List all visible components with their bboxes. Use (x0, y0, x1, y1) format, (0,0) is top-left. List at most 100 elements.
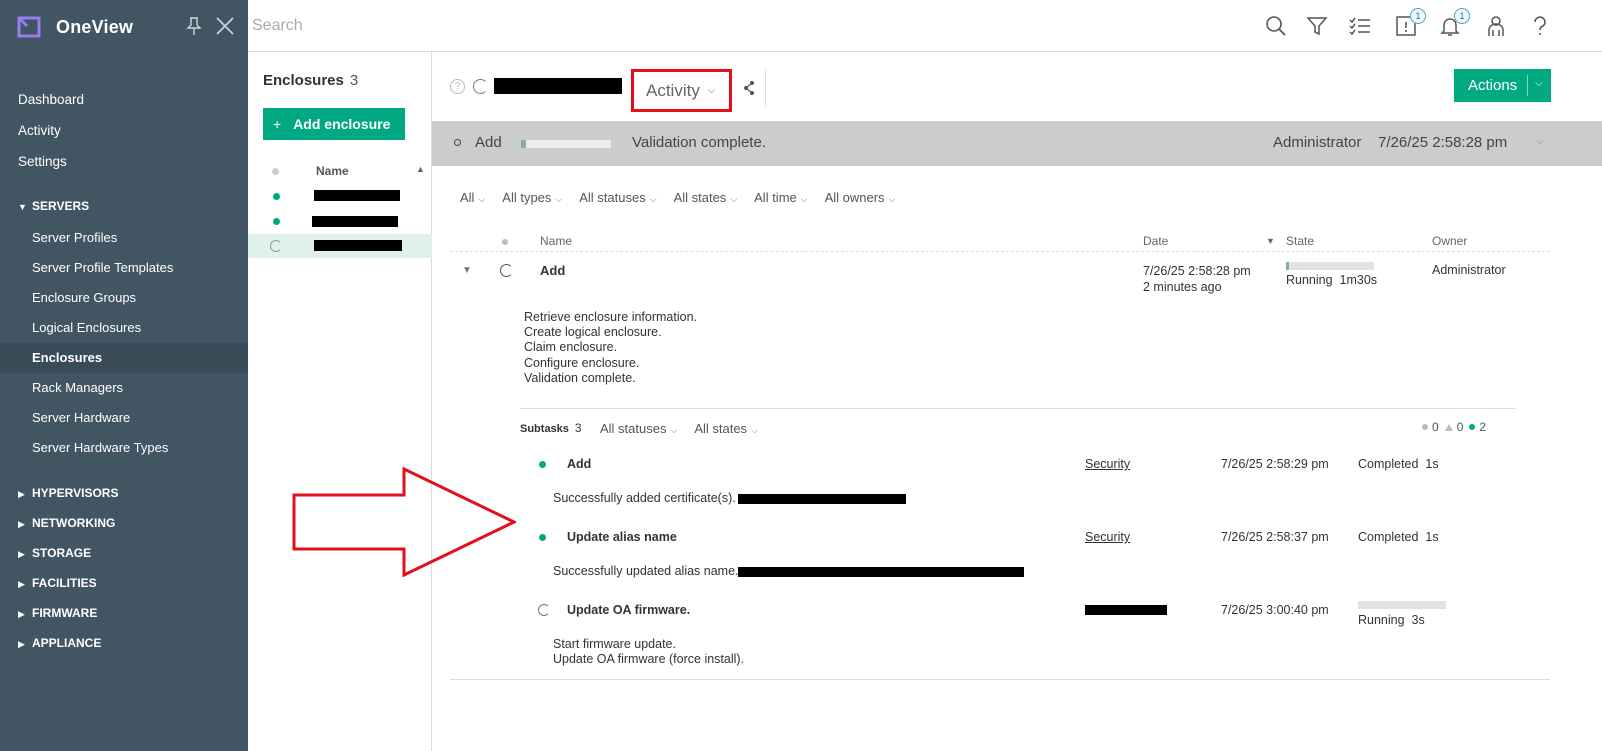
status-running-icon (473, 79, 488, 94)
sidebar-item-server-hardware[interactable]: Server Hardware (0, 403, 248, 433)
sidebar-item-dashboard[interactable]: Dashboard (0, 84, 248, 115)
sidebar-group-servers[interactable]: ▼ SERVERS (0, 191, 248, 221)
chevron-down-icon: ⌵ (649, 194, 657, 204)
filter-label: All statuses (600, 421, 667, 436)
collapsed-triangle-icon: ▶ (18, 549, 25, 559)
chevron-down-icon: ⌵ (730, 194, 738, 204)
divider (520, 408, 1516, 409)
filter-statuses[interactable]: All statuses ⌵ (579, 190, 656, 210)
list-title: Enclosures 3 (263, 72, 358, 89)
redacted-name (312, 216, 398, 227)
sidebar-item-server-profile-templates[interactable]: Server Profile Templates (0, 253, 248, 283)
sidebar-group-appliance[interactable]: ▶ APPLIANCE (0, 628, 248, 658)
chevron-down-icon[interactable]: ⌵ (1536, 136, 1544, 147)
list-item[interactable] (248, 184, 432, 208)
task-date-relative: 2 minutes ago (1143, 280, 1222, 294)
search-input[interactable] (252, 12, 852, 40)
brand[interactable]: OneView (16, 14, 133, 40)
sidebar-group-firmware[interactable]: ▶ FIRMWARE (0, 598, 248, 628)
sidebar-group-storage[interactable]: ▶ STORAGE (0, 538, 248, 568)
task-date: 7/26/25 2:58:28 pm 2 minutes ago (1143, 263, 1251, 295)
main-panel: ? Activity ⌵ Actions ⌵ Add Validation co… (432, 52, 1602, 751)
filter-states[interactable]: All states ⌵ (674, 190, 738, 210)
sidebar-item-settings[interactable]: Settings (0, 146, 248, 177)
subtask-description: Start firmware update. Update OA firmwar… (553, 637, 744, 667)
banner-message: Validation complete. (632, 134, 766, 151)
list-item[interactable] (248, 209, 432, 233)
task-step: Configure enclosure. (524, 355, 640, 370)
actions-button[interactable]: Actions ⌵ (1454, 69, 1551, 102)
redacted-name (314, 240, 402, 251)
filter-owners[interactable]: All owners ⌵ (825, 190, 896, 210)
sidebar-group-label: APPLIANCE (32, 636, 102, 650)
filter-all[interactable]: All ⌵ (460, 190, 485, 210)
name-column-header[interactable]: Name (540, 234, 572, 248)
sidebar-item-logical-enclosures[interactable]: Logical Enclosures (0, 313, 248, 343)
close-icon[interactable] (216, 17, 234, 35)
notifications-button[interactable]: 1 (1438, 8, 1470, 38)
subtask-state-label: Running (1358, 613, 1405, 627)
help-icon[interactable] (1528, 14, 1552, 38)
add-enclosure-button[interactable]: + Add enclosure (263, 108, 405, 140)
subtask-filter-statuses[interactable]: All statuses ⌵ (600, 421, 677, 436)
pin-icon[interactable] (186, 16, 202, 36)
chevron-down-icon: ⌵ (555, 194, 563, 204)
name-column-header[interactable]: Name (316, 164, 349, 178)
sidebar-item-activity[interactable]: Activity (0, 115, 248, 146)
filter-label: All (460, 190, 475, 205)
subtask-state: Running 3s (1358, 613, 1425, 627)
date-column-header[interactable]: Date (1143, 234, 1168, 248)
alerts-button[interactable]: 1 (1394, 8, 1426, 38)
state-column-header[interactable]: State (1286, 234, 1314, 248)
subtask-description: Successfully updated alias name. : (553, 564, 746, 578)
filter-types[interactable]: All types ⌵ (502, 190, 562, 210)
user-icon[interactable] (1484, 14, 1508, 38)
collapse-row-icon[interactable]: ▼ (462, 265, 472, 276)
sidebar-item-enclosure-groups[interactable]: Enclosure Groups (0, 283, 248, 313)
sidebar-item-server-profiles[interactable]: Server Profiles (0, 223, 248, 253)
subtask-name[interactable]: Update OA firmware. (567, 603, 690, 617)
activity-banner[interactable]: Add Validation complete. Administrator 7… (432, 121, 1602, 166)
brand-name: OneView (56, 16, 134, 37)
view-selector[interactable]: Activity ⌵ (631, 69, 732, 112)
task-state: Running 1m30s (1286, 273, 1377, 287)
subtask-state: Completed 1s (1358, 530, 1439, 544)
annotation-arrow-icon (292, 467, 516, 577)
sidebar-group-facilities[interactable]: ▶ FACILITIES (0, 568, 248, 598)
filter-time[interactable]: All time ⌵ (754, 190, 807, 210)
task-name[interactable]: Add (540, 263, 565, 278)
redacted-detail (738, 567, 1024, 577)
owner-column-header[interactable]: Owner (1432, 234, 1467, 248)
subtask-category-link[interactable]: Security (1085, 530, 1130, 544)
sidebar: OneView Dashboard Activity Settings ▼ SER… (0, 0, 248, 751)
share-icon[interactable] (742, 80, 756, 96)
task-step: Validation complete. (524, 370, 636, 385)
sort-ascending-icon[interactable]: ▲ (416, 164, 425, 174)
collapsed-triangle-icon: ▶ (18, 579, 25, 589)
search-icon[interactable] (1264, 14, 1288, 38)
list-item-selected[interactable] (248, 234, 432, 258)
sidebar-item-enclosures[interactable]: Enclosures (0, 343, 248, 373)
sidebar-group-label: HYPERVISORS (32, 486, 119, 500)
subtask-state: Completed 1s (1358, 457, 1439, 471)
sort-descending-icon[interactable]: ▼ (1266, 236, 1275, 246)
button-separator (1527, 75, 1528, 96)
task-date-absolute: 7/26/25 2:58:28 pm (1143, 264, 1251, 278)
subtask-name[interactable]: Update alias name (567, 530, 677, 544)
tasks-icon[interactable] (1348, 14, 1372, 38)
enclosure-list-panel: Enclosures 3 + Add enclosure Name ▲ (248, 52, 432, 751)
subtask-filter-states[interactable]: All states ⌵ (694, 421, 758, 436)
banner-progress-fill (521, 140, 526, 148)
subtask-state-label: Completed (1358, 530, 1419, 544)
filter-icon[interactable] (1305, 14, 1329, 38)
sidebar-group-networking[interactable]: ▶ NETWORKING (0, 508, 248, 538)
activity-table-header: Name Date ▼ State Owner (450, 232, 1550, 252)
sidebar-group-hypervisors[interactable]: ▶ HYPERVISORS (0, 478, 248, 508)
question-icon[interactable]: ? (450, 79, 465, 94)
subtask-duration: 1s (1425, 457, 1439, 471)
subtask-name[interactable]: Add (567, 457, 591, 471)
sidebar-item-server-hardware-types[interactable]: Server Hardware Types (0, 433, 248, 463)
subtask-category-link[interactable]: Security (1085, 457, 1130, 471)
sidebar-item-rack-managers[interactable]: Rack Managers (0, 373, 248, 403)
